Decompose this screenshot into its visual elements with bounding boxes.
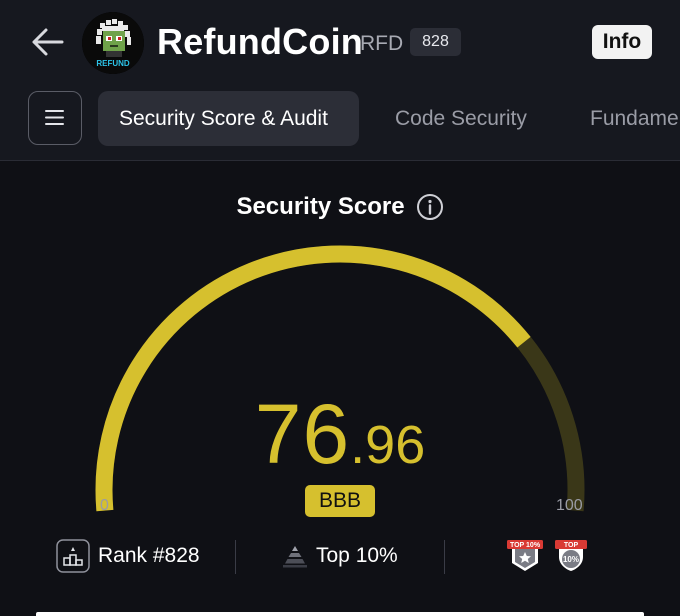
badge2-top: TOP (564, 542, 579, 549)
badge2-percent: 10% (563, 555, 579, 564)
stat-divider (444, 540, 445, 574)
pyramid-icon (283, 546, 307, 568)
bottom-card-edge (36, 612, 644, 616)
top-stat: Top 10% (282, 537, 398, 575)
score-decimal: .96 (350, 415, 426, 475)
app-root: REFUND RefundCoin RFD 828 Info Security … (0, 0, 680, 616)
badges-stat: TOP 10% 10% TOP (507, 537, 589, 575)
badge1-text: TOP 10% (510, 542, 541, 549)
gauge-min-label: 0 (100, 497, 109, 514)
top-10-percent-badge-icon: TOP 10% (507, 540, 543, 571)
top-10-percent-shield-icon: 10% TOP (555, 540, 587, 571)
gauge-max-label: 100 (556, 497, 583, 514)
score-value: 76.96 (0, 386, 680, 483)
security-score-gauge (95, 245, 585, 512)
score-integer: 76 (254, 387, 351, 481)
grade-badge: BBB (305, 485, 375, 517)
rank-text: Rank #828 (98, 544, 200, 567)
rank-stat: Rank #828 (56, 537, 200, 575)
top-text: Top 10% (316, 544, 398, 567)
podium-icon (56, 539, 90, 573)
stat-divider (235, 540, 236, 574)
